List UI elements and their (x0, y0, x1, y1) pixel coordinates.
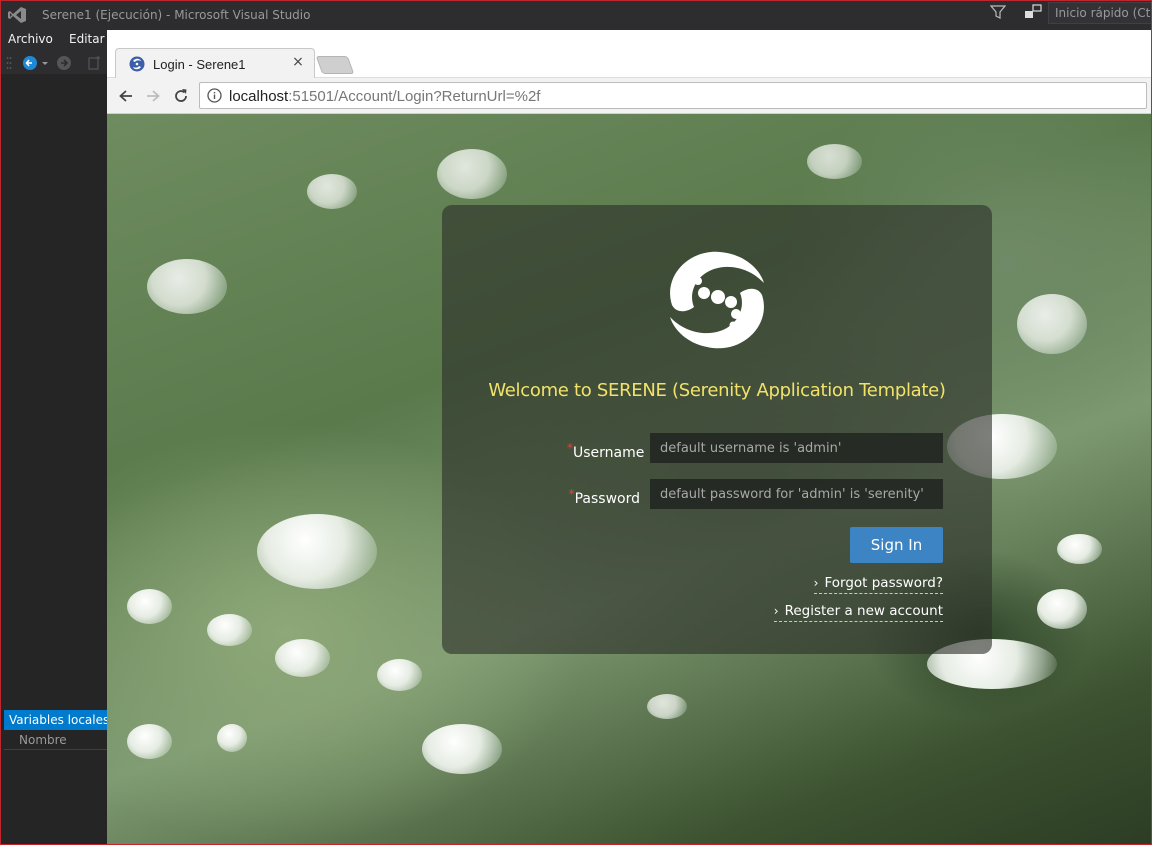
locals-list (4, 750, 107, 845)
info-icon[interactable] (207, 88, 222, 103)
back-navigate-icon[interactable] (22, 55, 38, 71)
forward-arrow-icon[interactable] (144, 87, 162, 105)
water-drop (422, 724, 502, 774)
browser-tab-login[interactable]: Login - Serene1 × (115, 48, 315, 79)
sign-in-button[interactable]: Sign In (850, 527, 943, 563)
forward-navigate-icon[interactable] (56, 55, 72, 71)
locals-column-header[interactable]: Nombre (4, 730, 107, 750)
tab-variables-locales[interactable]: Variables locales (4, 710, 109, 730)
filter-icon[interactable] (990, 4, 1006, 20)
tab-title: Login - Serene1 (153, 57, 246, 72)
menu-archivo[interactable]: Archivo (8, 32, 53, 46)
new-project-icon[interactable] (86, 55, 102, 71)
water-drop (217, 724, 247, 752)
water-drop (377, 659, 422, 691)
vs-toolbar (0, 52, 108, 74)
water-drop (127, 724, 172, 759)
serene-favicon-icon (129, 56, 145, 72)
water-drop (275, 639, 330, 677)
chevron-right-icon: › (773, 604, 779, 618)
water-drop (807, 144, 862, 179)
address-bar[interactable]: localhost:51501/Account/Login?ReturnUrl=… (199, 82, 1147, 109)
password-label-text: Password (574, 491, 640, 507)
welcome-heading: Welcome to SERENE (Serenity Application … (488, 380, 946, 401)
window-title: Serene1 (Ejecución) - Microsoft Visual S… (42, 8, 311, 22)
visual-studio-logo-icon (8, 7, 26, 23)
water-drop (1057, 534, 1102, 564)
water-drop (1017, 294, 1087, 354)
chevron-down-icon[interactable] (40, 55, 50, 71)
browser-window: Login - Serene1 × localhost:51501/Accoun… (107, 30, 1152, 845)
username-input[interactable] (650, 433, 943, 463)
forgot-password-text: Forgot password? (824, 575, 943, 591)
water-drop (207, 614, 252, 646)
forgot-password-link[interactable]: › Forgot password? (813, 575, 943, 594)
water-drop (127, 589, 172, 624)
username-label: *Username (567, 441, 644, 461)
page-background: Welcome to SERENE (Serenity Application … (107, 114, 1152, 845)
password-label: *Password (567, 487, 640, 507)
vs-menubar: Archivo Editar (0, 30, 108, 50)
water-drop (307, 174, 357, 209)
back-arrow-icon[interactable] (117, 87, 135, 105)
close-icon[interactable]: × (290, 54, 306, 70)
toolbar-grip-icon (6, 57, 12, 69)
feedback-icon[interactable] (1024, 4, 1042, 20)
menu-editar[interactable]: Editar (69, 32, 105, 46)
water-drop (1037, 589, 1087, 629)
water-drop (437, 149, 507, 199)
url-host: localhost (229, 88, 289, 105)
chevron-right-icon: › (813, 576, 819, 590)
password-input[interactable] (650, 479, 943, 509)
login-panel: Welcome to SERENE (Serenity Application … (442, 205, 992, 654)
register-text: Register a new account (784, 603, 943, 619)
water-drop (647, 694, 687, 719)
username-label-text: Username (573, 445, 645, 461)
browser-tabstrip: Login - Serene1 × (107, 30, 1152, 79)
serene-logo-icon (670, 251, 764, 349)
url-path: :51501/Account/Login?ReturnUrl=%2f (288, 88, 541, 105)
reload-icon[interactable] (172, 87, 190, 105)
url-text: localhost:51501/Account/Login?ReturnUrl=… (229, 88, 540, 105)
new-tab-button[interactable] (315, 56, 355, 74)
quick-launch-input[interactable]: Inicio rápido (Ctrl+Q) (1048, 2, 1152, 24)
water-drop (147, 259, 227, 314)
register-link[interactable]: › Register a new account (773, 603, 943, 622)
vs-titlebar: Serene1 (Ejecución) - Microsoft Visual S… (0, 0, 1152, 30)
browser-navbar: localhost:51501/Account/Login?ReturnUrl=… (107, 78, 1152, 114)
water-drop (257, 514, 377, 589)
